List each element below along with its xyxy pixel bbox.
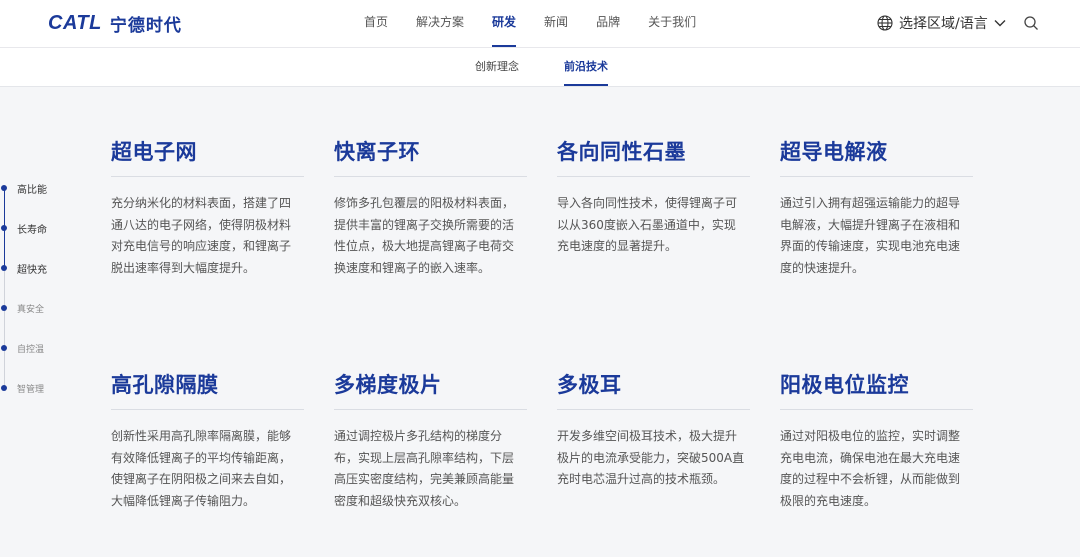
card-divider (111, 176, 304, 177)
side-item-high-energy[interactable]: 高比能 (0, 181, 47, 196)
nav-rnd[interactable]: 研发 (478, 0, 530, 48)
tech-card: 各向同性石墨 导入各向同性技术，使得锂离子可 以从360度嵌入石墨通道中，实现 … (557, 138, 750, 258)
card-title: 阳极电位监控 (780, 373, 909, 397)
card-description: 通过引入拥有超强运输能力的超导 电解液，大幅提升锂离子在液相和 界面的传输速度，… (780, 193, 973, 279)
card-text-line: 充电电流，确保电池在最大充电速 (780, 450, 961, 465)
side-dot (1, 385, 7, 391)
side-item-super-fast-charge[interactable]: 超快充 (0, 261, 47, 276)
card-text-line: 电解液，大幅提升锂离子在液相和 (780, 217, 961, 232)
nav-about[interactable]: 关于我们 (634, 0, 710, 48)
card-description: 通过对阳极电位的监控，实时调整 充电电流，确保电池在最大充电速 度的过程中不会析… (780, 426, 973, 512)
nav-solutions[interactable]: 解决方案 (402, 0, 478, 48)
card-title: 超导电解液 (780, 140, 888, 164)
side-item-label: 自控温 (17, 344, 45, 355)
card-description: 开发多维空间极耳技术，极大提升 极片的电流承受能力，突破500A直 充时电芯温升… (557, 426, 750, 491)
side-item-true-safety[interactable]: 真安全 (0, 301, 44, 315)
card-title: 高孔隙隔膜 (111, 373, 219, 397)
side-item-self-temp-control[interactable]: 自控温 (0, 341, 44, 355)
side-item-long-life[interactable]: 长寿命 (0, 221, 47, 236)
side-item-label: 真安全 (17, 304, 45, 315)
card-text-line: 对充电信号的响应速度，和锂离子 (111, 239, 292, 253)
card-text-line: 度的过程中不会析锂，从而能做到 (780, 472, 961, 486)
card-title: 超电子网 (111, 140, 197, 164)
card-title: 快离子环 (334, 140, 420, 164)
subnav-frontier-tech[interactable]: 前沿技术 (564, 48, 608, 87)
search-icon[interactable] (1023, 15, 1039, 31)
card-divider (111, 409, 304, 410)
card-text-line: 通过对阳极电位的监控，实时调整 (780, 429, 961, 443)
tech-card: 超电子网 充分纳米化的材料表面，搭建了四 通八达的电子网络，使得阴极材料 对充电… (111, 138, 304, 279)
card-title: 各向同性石墨 (557, 140, 686, 164)
card-text-line: 布，实现上层高孔隙率结构，下层 (334, 450, 515, 465)
card-description: 充分纳米化的材料表面，搭建了四 通八达的电子网络，使得阴极材料 对充电信号的响应… (111, 193, 304, 279)
card-text-line: 提供丰富的锂离子交换所需要的活 (334, 217, 515, 232)
card-text-line: 充分纳米化的材料表面，搭建了四 (111, 196, 292, 210)
tech-card: 阳极电位监控 通过对阳极电位的监控，实时调整 充电电流，确保电池在最大充电速 度… (780, 371, 973, 512)
chevron-down-icon (994, 20, 1006, 27)
side-item-label: 长寿命 (17, 224, 47, 236)
side-item-label: 智管理 (17, 384, 45, 395)
card-text-line: 脱出速率得到大幅度提升。 (111, 260, 256, 275)
region-language-selector[interactable]: 选择区域/语言 (877, 13, 1012, 33)
card-text-line: 创新性采用高孔隙率隔离膜，能够 (111, 429, 292, 443)
card-divider (780, 409, 973, 410)
card-text-line: 高压实密度结构，完美兼顾高能量 (334, 472, 515, 486)
tech-card: 高孔隙隔膜 创新性采用高孔隙率隔离膜，能够 有效降低锂离子的平均传输距离， 使锂… (111, 371, 304, 512)
globe-icon (877, 15, 893, 31)
card-divider (334, 176, 527, 177)
side-dot (1, 225, 7, 231)
tech-card: 多梯度极片 通过调控极片多孔结构的梯度分 布，实现上层高孔隙率结构，下层 高压实… (334, 371, 527, 512)
card-divider (334, 409, 527, 410)
top-header: CATL 宁德时代 首页 解决方案 研发 新闻 品牌 关于我们 选择区域/语言 (0, 0, 1080, 48)
tech-card: 超导电解液 通过引入拥有超强运输能力的超导 电解液，大幅提升锂离子在液相和 界面… (780, 138, 973, 279)
side-dot (1, 305, 7, 311)
card-text-line: 通过调控极片多孔结构的梯度分 (334, 429, 503, 443)
card-description: 通过调控极片多孔结构的梯度分 布，实现上层高孔隙率结构，下层 高压实密度结构，完… (334, 426, 527, 512)
side-item-smart-management[interactable]: 智管理 (0, 381, 44, 395)
main-nav: 首页 解决方案 研发 新闻 品牌 关于我们 (350, 0, 710, 48)
card-text-line: 使锂离子在阴阳极之间来去自如， (111, 472, 292, 486)
tech-card: 多极耳 开发多维空间极耳技术，极大提升 极片的电流承受能力，突破500A直 充时… (557, 371, 750, 491)
nav-brand[interactable]: 品牌 (582, 0, 634, 48)
card-text-line: 通过引入拥有超强运输能力的超导 (780, 196, 961, 210)
side-dot (1, 185, 7, 191)
card-divider (557, 409, 750, 410)
card-text-line: 性位点，极大地提高锂离子电荷交 (334, 239, 515, 253)
card-title: 多梯度极片 (334, 373, 442, 397)
card-description: 创新性采用高孔隙率隔离膜，能够 有效降低锂离子的平均传输距离， 使锂离子在阴阳极… (111, 426, 304, 512)
card-text-line: 导入各向同性技术，使得锂离子可 (557, 196, 738, 210)
card-title: 多极耳 (557, 373, 622, 397)
logo-text-en: CATL (48, 11, 102, 34)
nav-news[interactable]: 新闻 (530, 0, 582, 48)
region-label: 选择区域/语言 (899, 16, 988, 32)
card-text-line: 修饰多孔包覆层的阳极材料表面， (334, 196, 515, 210)
card-text-line: 大幅降低锂离子传输阻力。 (111, 493, 256, 508)
card-text-line: 开发多维空间极耳技术，极大提升 (557, 429, 738, 443)
card-text-line: 有效降低锂离子的平均传输距离， (111, 450, 292, 465)
card-text-line: 充电速度的显著提升。 (557, 239, 678, 253)
side-dot (1, 265, 7, 271)
nav-home[interactable]: 首页 (350, 0, 402, 48)
card-text-line: 以从360度嵌入石墨通道中，实现 (557, 217, 736, 232)
tech-card: 快离子环 修饰多孔包覆层的阳极材料表面， 提供丰富的锂离子交换所需要的活 性位点… (334, 138, 527, 279)
subnav-innovation-philosophy[interactable]: 创新理念 (475, 48, 519, 87)
card-text-line: 界面的传输速度，实现电池充电速 (780, 239, 961, 253)
card-description: 修饰多孔包覆层的阳极材料表面， 提供丰富的锂离子交换所需要的活 性位点，极大地提… (334, 193, 527, 279)
sub-nav: 创新理念 前沿技术 (0, 48, 1080, 87)
card-divider (780, 176, 973, 177)
card-description: 导入各向同性技术，使得锂离子可 以从360度嵌入石墨通道中，实现 充电速度的显著… (557, 193, 750, 258)
side-dot (1, 345, 7, 351)
card-text-line: 通八达的电子网络，使得阴极材料 (111, 217, 292, 232)
catl-logo[interactable]: CATL 宁德时代 (48, 11, 182, 36)
logo-text-cn: 宁德时代 (109, 15, 182, 36)
card-text-line: 充时电芯温升过高的技术瓶颈。 (557, 472, 726, 486)
card-text-line: 极片的电流承受能力，突破500A直 (557, 450, 745, 465)
card-text-line: 密度和超级快充双核心。 (334, 493, 467, 508)
card-text-line: 极限的充电速度。 (780, 493, 877, 508)
card-text-line: 度的快速提升。 (780, 260, 865, 275)
side-item-label: 高比能 (17, 184, 47, 196)
card-divider (557, 176, 750, 177)
side-item-label: 超快充 (17, 264, 47, 276)
card-text-line: 换速度和锂离子的嵌入速率。 (334, 260, 491, 275)
